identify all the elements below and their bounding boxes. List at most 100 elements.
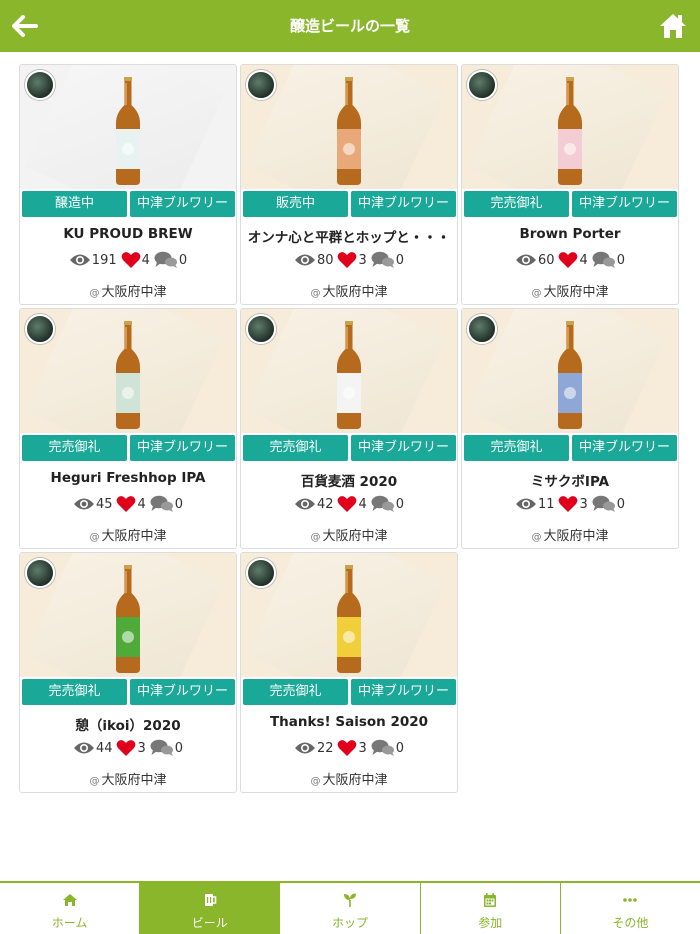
beer-location: @ 大阪府中津 [89, 529, 167, 544]
page-title: 醸造ビールの一覧 [289, 17, 410, 35]
at-icon: @ [89, 532, 100, 543]
brewery-avatar[interactable] [467, 70, 497, 100]
heart-icon [117, 740, 136, 756]
status-badge[interactable]: 完売御礼 [22, 435, 127, 461]
at-icon: @ [531, 288, 542, 299]
tab-calendar[interactable]: 参加 [421, 883, 561, 934]
comment-count[interactable]: 0 [592, 495, 625, 513]
heart-icon [121, 252, 141, 268]
at-icon: @ [310, 288, 321, 299]
beer-name[interactable]: Brown Porter [462, 226, 678, 242]
beer-bottle-image [116, 321, 140, 429]
status-badge[interactable]: 完売御礼 [464, 435, 569, 461]
beer-stats: 191 4 0 [20, 248, 236, 272]
comment-count[interactable]: 0 [371, 739, 404, 757]
like-count[interactable]: 4 [558, 251, 588, 269]
view-count: 44 [73, 740, 112, 756]
tab-label: ホップ [332, 916, 369, 930]
tab-beer-mug[interactable]: ビール [140, 883, 281, 934]
beer-photo [462, 65, 678, 189]
comment-count[interactable]: 0 [371, 251, 404, 269]
comments-icon [592, 495, 615, 512]
home-icon [62, 894, 77, 906]
more-dots-icon [623, 898, 638, 902]
brewery-avatar[interactable] [25, 70, 55, 100]
comment-count[interactable]: 0 [154, 251, 187, 269]
brewery-badge[interactable]: 中津ブルワリー [572, 191, 677, 217]
beer-photo [20, 65, 236, 189]
beer-card[interactable]: 完売御礼 中津ブルワリー ミサクボIPA 11 3 0 @ 大阪府中津 [461, 308, 679, 549]
heart-icon [559, 252, 578, 268]
status-badge[interactable]: 完売御礼 [22, 679, 127, 705]
tab-label: 参加 [478, 916, 503, 930]
at-icon: @ [310, 776, 321, 787]
beer-stats: 22 3 0 [241, 736, 457, 760]
beer-name[interactable]: Thanks! Saison 2020 [241, 714, 457, 730]
comments-icon [150, 739, 173, 756]
beer-bottle-image [116, 77, 140, 185]
like-count[interactable]: 3 [337, 251, 367, 269]
comment-count[interactable]: 0 [371, 495, 404, 513]
beer-location: @ 大阪府中津 [531, 529, 609, 544]
comments-icon [150, 495, 173, 512]
view-count: 22 [294, 740, 333, 756]
status-badge[interactable]: 醸造中 [22, 191, 127, 217]
like-count[interactable]: 3 [116, 739, 146, 757]
beer-stats: 42 4 0 [241, 492, 457, 516]
at-icon: @ [89, 776, 100, 787]
like-count[interactable]: 4 [337, 495, 367, 513]
brewery-badge[interactable]: 中津ブルワリー [130, 435, 235, 461]
status-badge[interactable]: 完売御礼 [464, 191, 569, 217]
home-button[interactable] [658, 11, 688, 41]
beer-name[interactable]: ミサクボIPA [462, 470, 678, 490]
brewery-avatar[interactable] [246, 70, 276, 100]
status-badge[interactable]: 完売御礼 [243, 435, 348, 461]
tab-more-dots[interactable]: その他 [561, 883, 700, 934]
brewery-badge[interactable]: 中津ブルワリー [351, 435, 456, 461]
beer-name[interactable]: KU PROUD BREW [20, 226, 236, 242]
beer-name[interactable]: Heguri Freshhop IPA [20, 470, 236, 486]
like-count[interactable]: 3 [558, 495, 588, 513]
beer-card[interactable]: 完売御礼 中津ブルワリー Thanks! Saison 2020 22 3 0 … [240, 552, 458, 793]
comment-count[interactable]: 0 [592, 251, 625, 269]
like-count[interactable]: 4 [116, 495, 146, 513]
beer-name[interactable]: オンナ心と平群とホップと・・・ [241, 226, 457, 246]
brewery-badge[interactable]: 中津ブルワリー [351, 191, 456, 217]
beer-card[interactable]: 完売御礼 中津ブルワリー Brown Porter 60 4 0 @ 大阪府中津 [461, 64, 679, 305]
beer-card[interactable]: 醸造中 中津ブルワリー KU PROUD BREW 191 4 0 @ 大阪府中… [19, 64, 237, 305]
comment-count[interactable]: 0 [150, 739, 183, 757]
beer-card[interactable]: 完売御礼 中津ブルワリー Heguri Freshhop IPA 45 4 0 … [19, 308, 237, 549]
beer-location: @ 大阪府中津 [310, 529, 388, 544]
comment-count[interactable]: 0 [150, 495, 183, 513]
beer-stats: 45 4 0 [20, 492, 236, 516]
brewery-badge[interactable]: 中津ブルワリー [130, 679, 235, 705]
brewery-avatar[interactable] [246, 558, 276, 588]
tab-label: ビール [191, 916, 228, 930]
beer-stats: 80 3 0 [241, 248, 457, 272]
tab-home[interactable]: ホーム [0, 883, 141, 934]
brewery-badge[interactable]: 中津ブルワリー [130, 191, 235, 217]
beer-name[interactable]: 憩（ikoi）2020 [20, 714, 236, 734]
brewery-avatar[interactable] [467, 314, 497, 344]
brewery-avatar[interactable] [25, 314, 55, 344]
brewery-avatar[interactable] [25, 558, 55, 588]
status-badge[interactable]: 完売御礼 [243, 679, 348, 705]
brewery-avatar[interactable] [246, 314, 276, 344]
beer-card[interactable]: 完売御礼 中津ブルワリー 百貨麦酒 2020 42 4 0 @ 大阪府中津 [240, 308, 458, 549]
like-count[interactable]: 4 [121, 251, 150, 269]
beer-name[interactable]: 百貨麦酒 2020 [241, 470, 457, 490]
beer-card[interactable]: 完売御礼 中津ブルワリー 憩（ikoi）2020 44 3 0 @ 大阪府中津 [19, 552, 237, 793]
beer-card[interactable]: 販売中 中津ブルワリー オンナ心と平群とホップと・・・ 80 3 0 @ 大阪府… [240, 64, 458, 305]
sprout-icon [344, 893, 356, 907]
tab-sprout[interactable]: ホップ [280, 883, 421, 934]
beer-photo [241, 309, 457, 433]
comments-icon [371, 251, 394, 268]
beer-photo [20, 309, 236, 433]
like-count[interactable]: 3 [337, 739, 367, 757]
brewery-badge[interactable]: 中津ブルワリー [351, 679, 456, 705]
heart-icon [117, 496, 136, 512]
calendar-icon [484, 893, 497, 907]
status-badge[interactable]: 販売中 [243, 191, 348, 217]
beer-photo [20, 553, 236, 677]
brewery-badge[interactable]: 中津ブルワリー [572, 435, 677, 461]
